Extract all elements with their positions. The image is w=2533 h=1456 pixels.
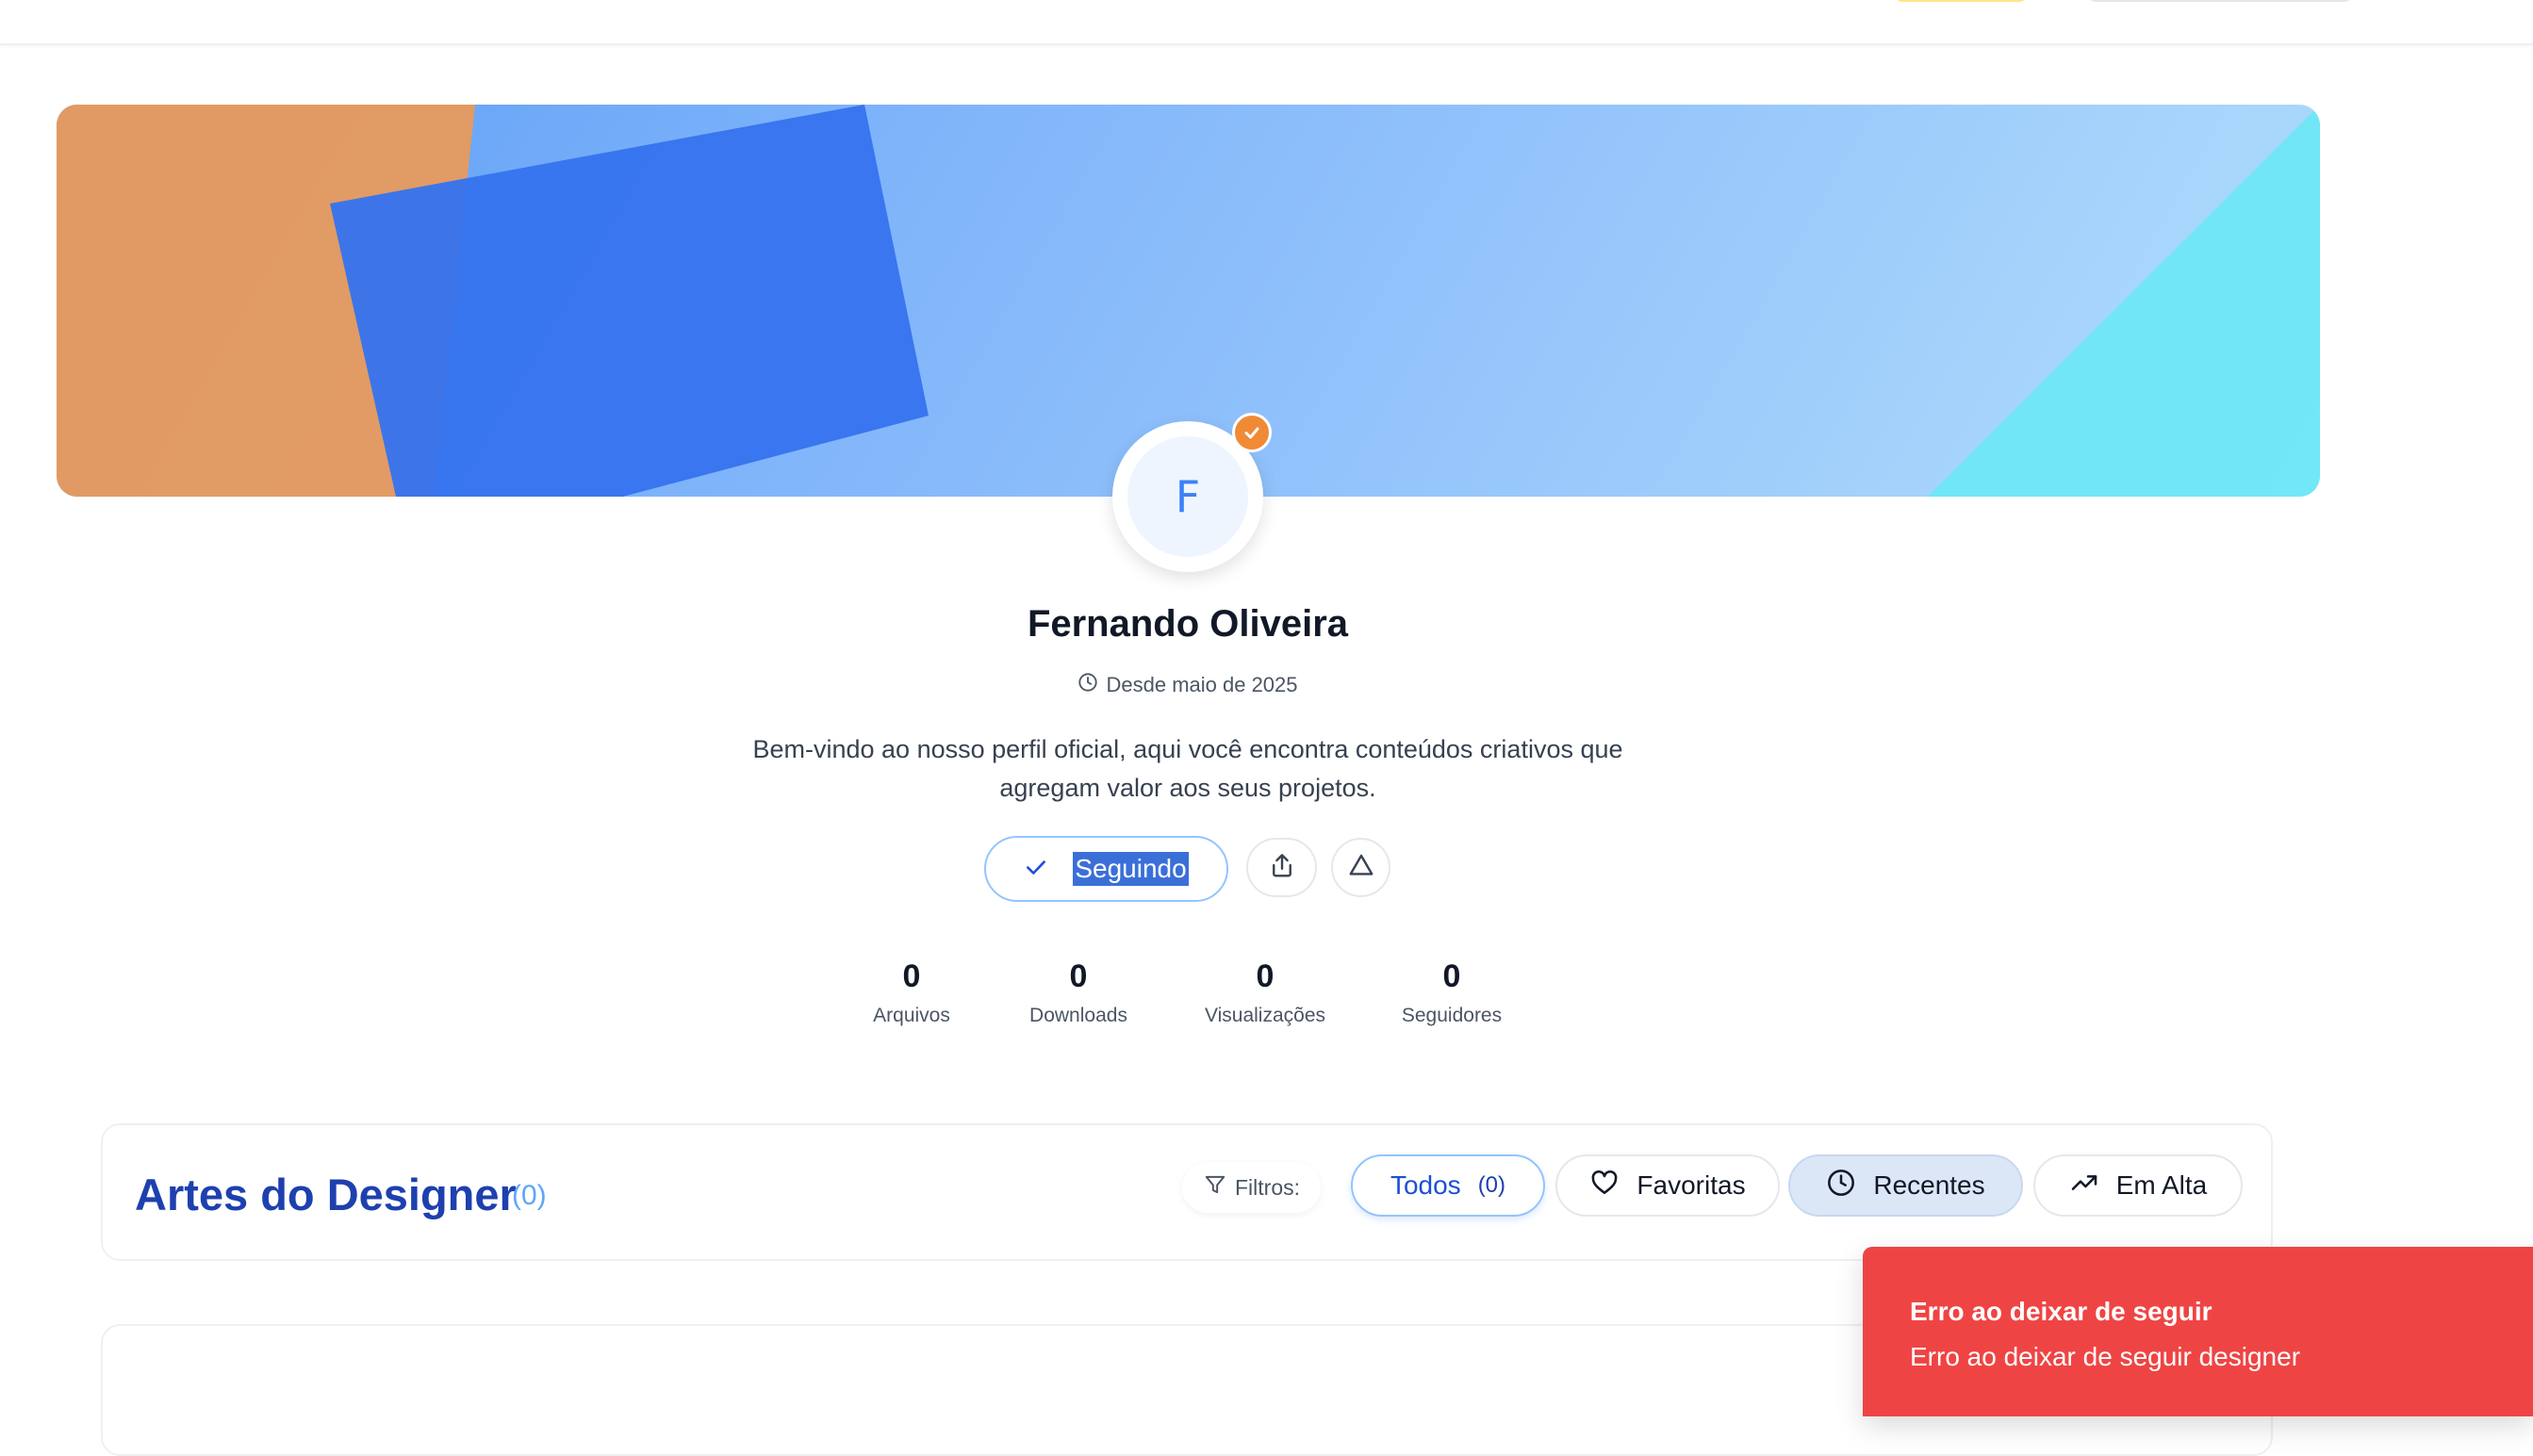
member-since: Desde maio de 2025 xyxy=(0,672,2376,698)
filter-chip-label: Todos xyxy=(1390,1170,1461,1200)
filters-label: Filtros: xyxy=(1182,1162,1321,1213)
member-since-text: Desde maio de 2025 xyxy=(1106,673,1298,696)
stat-downloads: 0 Downloads xyxy=(984,954,1173,1027)
stat-label: Seguidores xyxy=(1401,1005,1503,1026)
filter-chip-count: (0) xyxy=(1477,1172,1506,1198)
share-icon xyxy=(1268,851,1296,884)
stat-seguidores: 0 Seguidores xyxy=(1357,954,1546,1027)
filter-icon xyxy=(1203,1172,1227,1202)
stat-label: Arquivos xyxy=(873,1005,950,1026)
header-button-partial[interactable] xyxy=(1895,0,2027,2)
stat-visualizacoes: 0 Visualizações xyxy=(1171,954,1359,1027)
profile-bio: Bem-vindo ao nosso perfil oficial, aqui … xyxy=(752,735,1623,802)
stat-value: 0 xyxy=(902,958,921,994)
filter-chip-recentes[interactable]: Recentes xyxy=(1788,1154,2023,1217)
stat-arquivos: 0 Arquivos xyxy=(817,954,1006,1027)
toast-description: Erro ao deixar de seguir designer xyxy=(1910,1342,2301,1371)
section-title: Artes do Designer xyxy=(135,1170,517,1219)
stat-label: Visualizações xyxy=(1204,1005,1326,1026)
filters-label-text: Filtros: xyxy=(1235,1174,1300,1200)
filter-chip-label: Recentes xyxy=(1873,1170,1985,1200)
filter-chip-label: Em Alta xyxy=(2115,1170,2208,1200)
section-count: (0) xyxy=(512,1180,547,1211)
check-icon xyxy=(1024,855,1048,884)
warning-triangle-icon xyxy=(1347,851,1375,884)
report-button[interactable] xyxy=(1331,838,1390,897)
error-toast[interactable]: Erro ao deixar de seguir Erro ao deixar … xyxy=(1863,1247,2533,1416)
share-button[interactable] xyxy=(1246,838,1317,897)
following-button-label: Seguindo xyxy=(1073,852,1189,886)
filter-chip-favoritas[interactable]: Favoritas xyxy=(1555,1154,1780,1217)
avatar-initial: F xyxy=(1127,436,1248,557)
profile-name: Fernando Oliveira xyxy=(1027,603,1349,645)
trending-up-icon xyxy=(2069,1168,2099,1204)
filter-chip-em-alta[interactable]: Em Alta xyxy=(2033,1154,2243,1217)
verified-badge-icon xyxy=(1232,413,1272,452)
toast-title: Erro ao deixar de seguir xyxy=(1910,1297,2212,1326)
stat-label: Downloads xyxy=(1029,1005,1127,1026)
following-button[interactable]: Seguindo xyxy=(984,836,1228,902)
header-search-partial[interactable] xyxy=(2088,0,2352,2)
stat-value: 0 xyxy=(1442,958,1461,994)
clock-icon xyxy=(1077,672,1098,698)
stat-value: 0 xyxy=(1256,958,1275,994)
heart-icon xyxy=(1589,1168,1620,1204)
top-header xyxy=(0,0,2533,45)
clock-icon xyxy=(1826,1168,1856,1204)
filter-chip-todos[interactable]: Todos (0) xyxy=(1351,1154,1545,1217)
stat-value: 0 xyxy=(1069,958,1088,994)
filter-chip-label: Favoritas xyxy=(1637,1170,1746,1200)
